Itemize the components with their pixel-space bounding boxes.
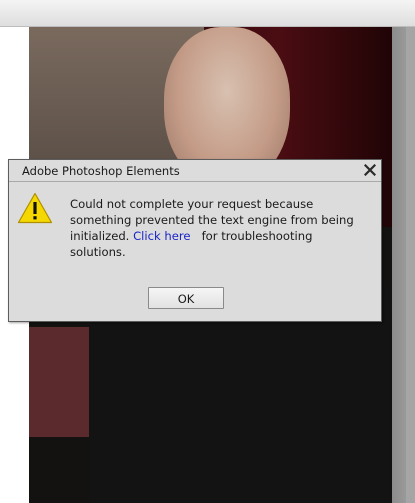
message-line-4: solutions.: [70, 245, 126, 259]
message-line-3-start: initialized.: [70, 229, 130, 243]
close-icon: [364, 164, 376, 176]
error-dialog: Adobe Photoshop Elements Could not compl…: [8, 159, 382, 322]
dialog-message: Could not complete your request because …: [70, 196, 370, 260]
message-line-3-end: for troubleshooting: [201, 229, 313, 243]
dialog-titlebar[interactable]: Adobe Photoshop Elements: [9, 160, 381, 182]
dialog-title: Adobe Photoshop Elements: [22, 164, 180, 178]
message-line-2: something prevented the text engine from…: [70, 213, 354, 227]
troubleshooting-link[interactable]: Click here: [133, 229, 190, 243]
message-line-1: Could not complete your request because: [70, 197, 314, 211]
panel-edge: [406, 27, 415, 503]
ok-button[interactable]: OK: [148, 287, 224, 309]
warning-icon: [17, 192, 53, 224]
app-top-bar: [0, 0, 415, 27]
message-line-3: initialized. Click here for troubleshoot…: [70, 228, 370, 244]
close-button[interactable]: [361, 161, 379, 179]
